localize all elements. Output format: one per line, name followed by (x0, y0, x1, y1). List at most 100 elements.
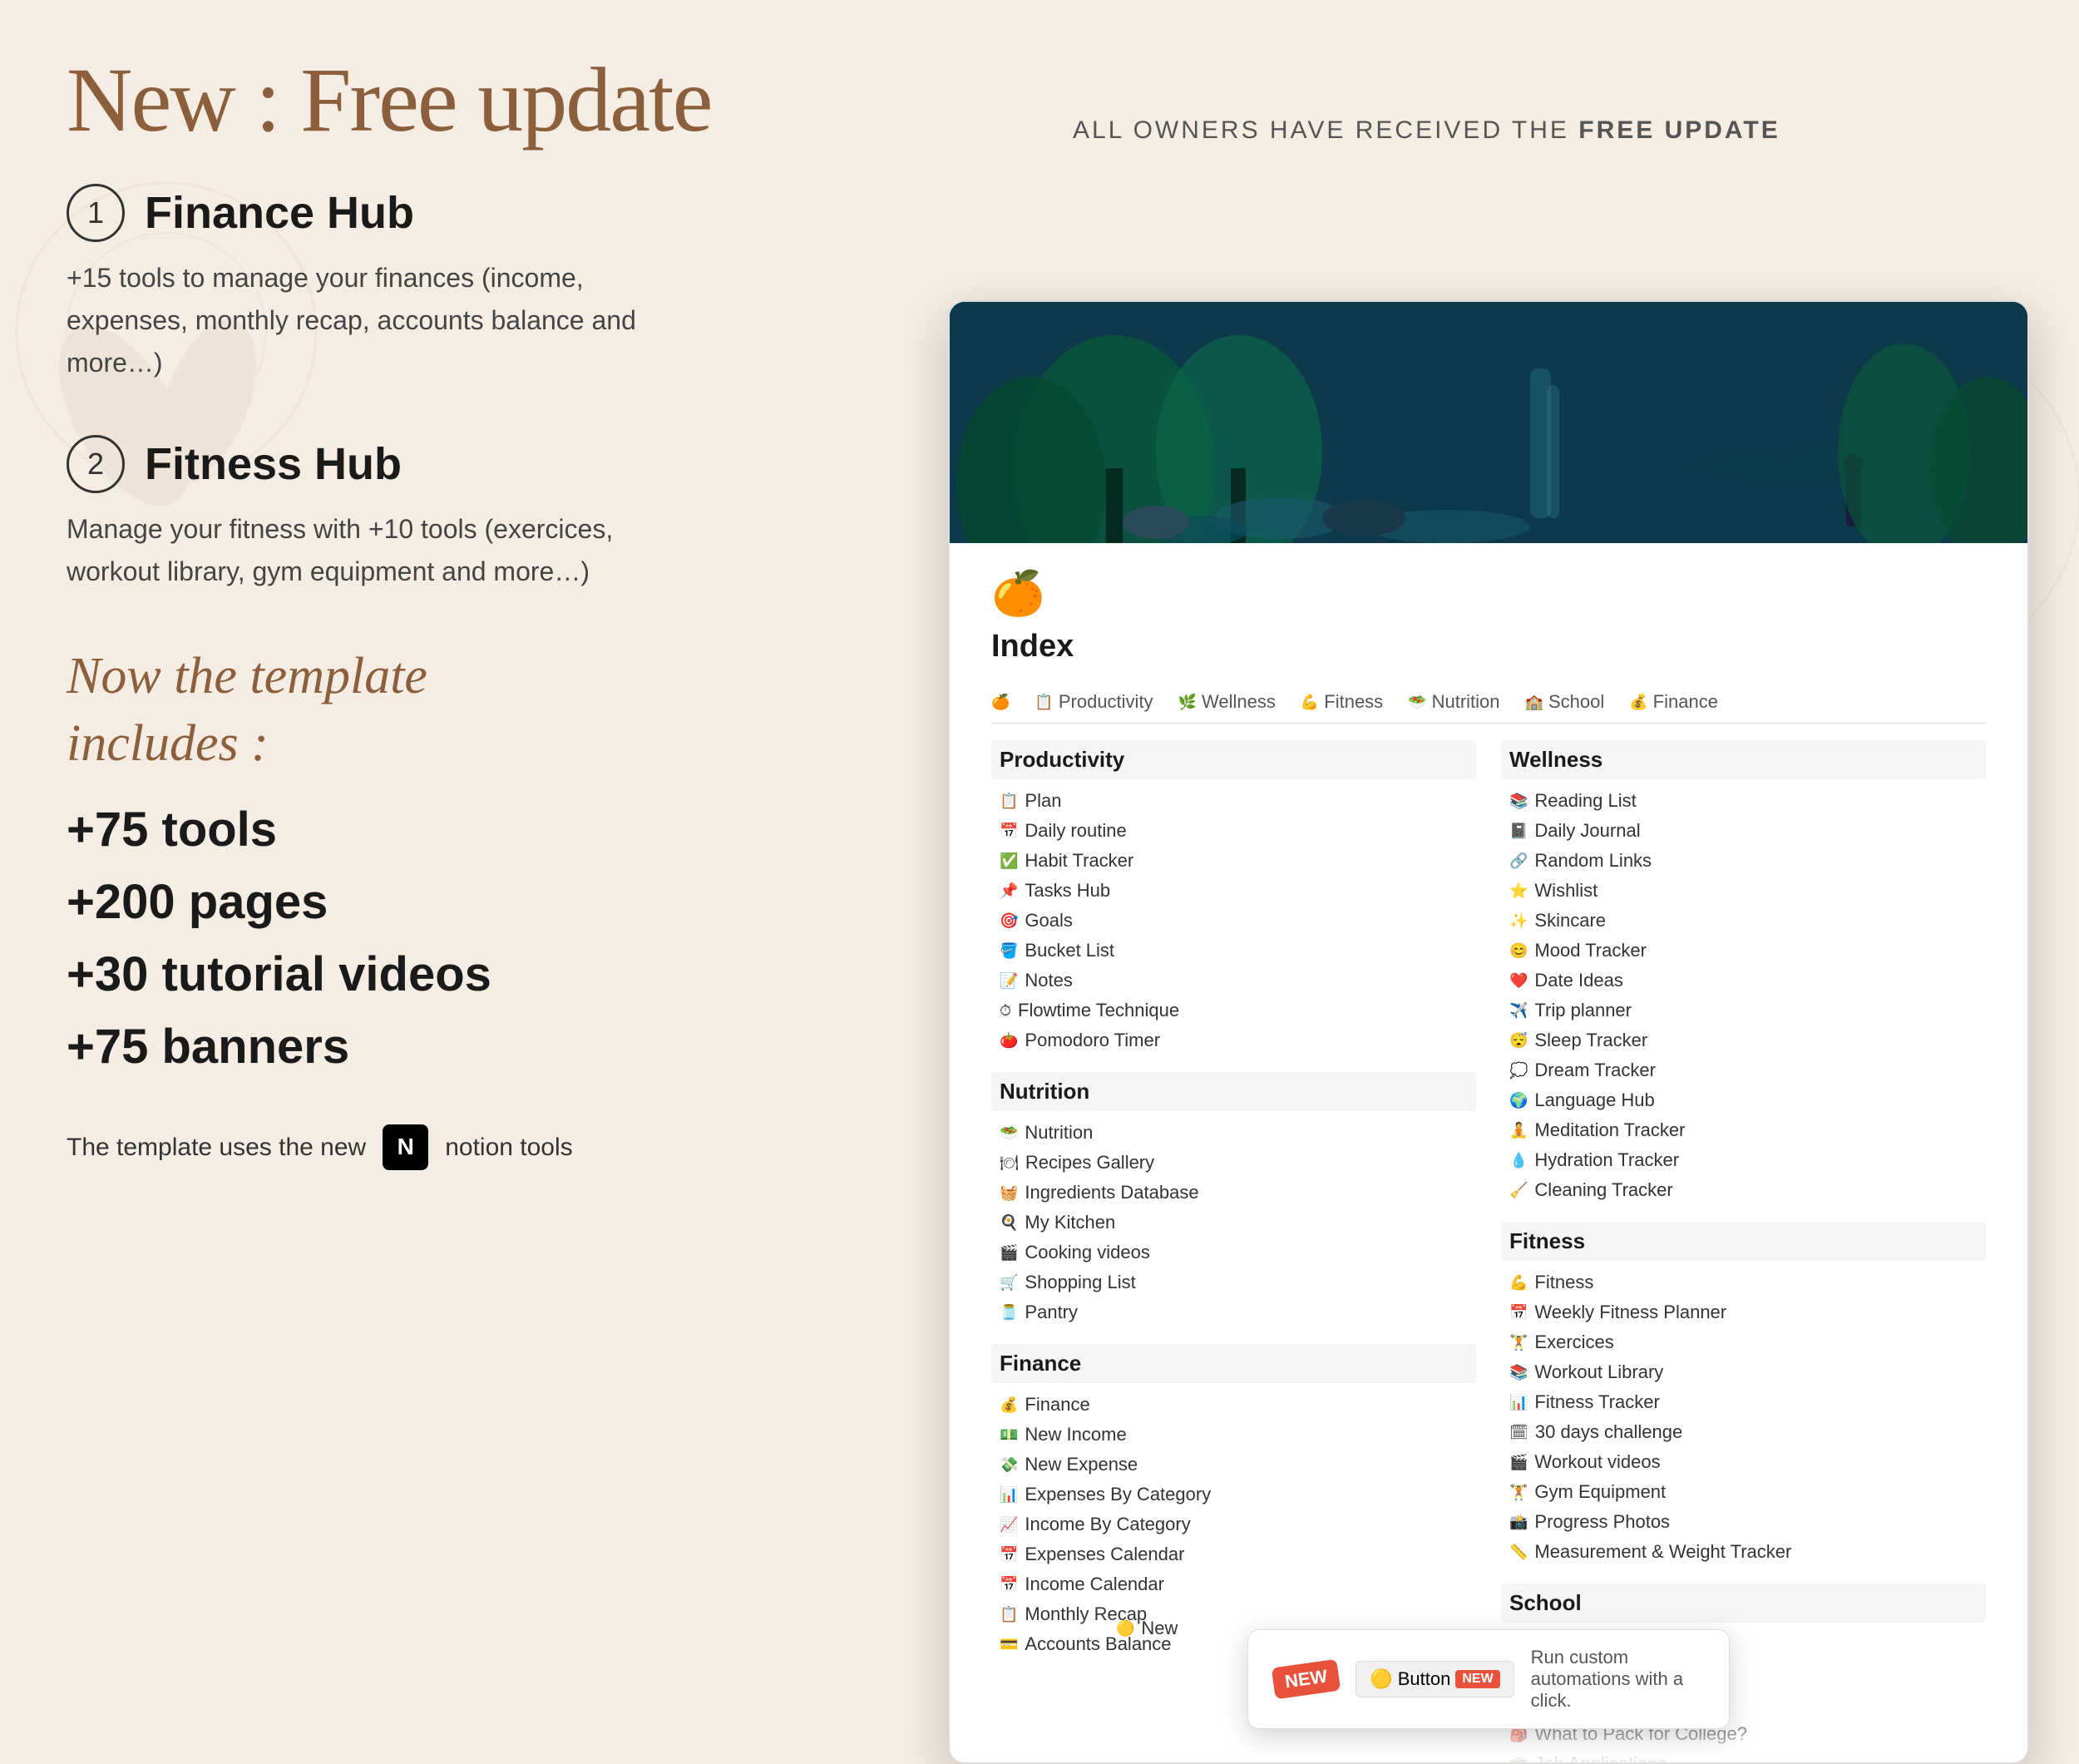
list-item[interactable]: 📏Measurement & Weight Tracker (1501, 1537, 1986, 1567)
button-new-badge: NEW (1455, 1670, 1499, 1688)
section-fitness: Fitness 💪Fitness 📅Weekly Fitness Planner… (1501, 1222, 1986, 1567)
feature-1-number: 1 (67, 184, 125, 242)
list-item[interactable]: 🍅Pomodoro Timer (991, 1025, 1476, 1055)
list-item[interactable]: 📸Progress Photos (1501, 1507, 1986, 1537)
list-item[interactable]: 📅Expenses Calendar (991, 1539, 1476, 1569)
list-item[interactable]: ⏱Flowtime Technique (991, 996, 1476, 1025)
list-item[interactable]: 🔗Random Links (1501, 846, 1986, 876)
list-item[interactable]: 📝Notes (991, 966, 1476, 996)
nav-item-school[interactable]: 🏫 School (1525, 691, 1605, 713)
nav-item-nutrition[interactable]: 🥗 Nutrition (1408, 691, 1499, 713)
list-item[interactable]: ✨Skincare (1501, 906, 1986, 936)
section-finance-header: Finance (991, 1344, 1476, 1383)
list-item[interactable]: 📚Workout Library (1501, 1357, 1986, 1387)
list-item[interactable]: 🧹Cleaning Tracker (1501, 1175, 1986, 1205)
new-button-label: New (1141, 1618, 1178, 1639)
list-item[interactable]: 📊Expenses By Category (991, 1480, 1476, 1510)
stat-tools: +75 tools (67, 802, 657, 857)
list-item[interactable]: 📓Daily Journal (1501, 816, 1986, 846)
nav-item-productivity[interactable]: 📋 Productivity (1035, 691, 1153, 713)
list-item[interactable]: 🧺Ingredients Database (991, 1178, 1476, 1208)
notion-columns: Productivity 📋Plan 📅Daily routine ✅Habit… (991, 740, 1986, 1764)
right-column: Wellness 📚Reading List 📓Daily Journal 🔗R… (1501, 740, 1986, 1764)
notion-page-content: 🍊 Index 🍊 📋 Productivity 🌿 Wellness (950, 543, 2027, 1764)
list-item[interactable]: 🍽Recipes Gallery (991, 1148, 1476, 1178)
feature-2-desc: Manage your fitness with +10 tools (exer… (67, 508, 657, 593)
header-subtitle-area: ALL OWNERS HAVE RECEIVED THE FREE UPDATE (1073, 50, 2012, 145)
list-item[interactable]: 🫙Pantry (991, 1297, 1476, 1327)
list-item[interactable]: 🏋️Exercices (1501, 1327, 1986, 1357)
list-item[interactable]: 🎬Workout videos (1501, 1447, 1986, 1477)
list-item[interactable]: 📈Income By Category (991, 1510, 1476, 1539)
section-school-header: School (1501, 1584, 1986, 1623)
new-badge: NEW (1272, 1659, 1341, 1700)
header-title-section: New : Free update (67, 50, 1006, 151)
section-wellness-header: Wellness (1501, 740, 1986, 779)
list-item[interactable]: ✅Habit Tracker (991, 846, 1476, 876)
page-icon: 🍊 (991, 568, 1986, 619)
notion-page-title: Index (991, 629, 1986, 665)
nav-item-fitness[interactable]: 💪 Fitness (1301, 691, 1383, 713)
list-item[interactable]: ❤️Date Ideas (1501, 966, 1986, 996)
popup-description: Run custom automations with a click. (1531, 1647, 1704, 1712)
list-item[interactable]: 🪣Bucket List (991, 936, 1476, 966)
list-item[interactable]: 🎬Cooking videos (991, 1238, 1476, 1267)
list-item[interactable]: 📋Monthly Recap (991, 1599, 1476, 1629)
list-item[interactable]: 💭Dream Tracker (1501, 1055, 1986, 1085)
list-item[interactable]: 📅Daily routine (991, 816, 1476, 846)
header-subtitle: ALL OWNERS HAVE RECEIVED THE FREE UPDATE (1073, 91, 2012, 145)
button-demo-button[interactable]: 🟡 Button NEW (1356, 1661, 1514, 1697)
list-item[interactable]: 📅Weekly Fitness Planner (1501, 1297, 1986, 1327)
list-item[interactable]: 🥗Nutrition (991, 1118, 1476, 1148)
header: New : Free update ALL OWNERS HAVE RECEIV… (0, 0, 2079, 184)
feature-2-number: 2 (67, 435, 125, 493)
nav-item-home[interactable]: 🍊 (991, 694, 1010, 711)
list-item[interactable]: 💵New Income (991, 1420, 1476, 1450)
list-item[interactable]: ⭐Wishlist (1501, 876, 1986, 906)
button-demo: 🟡 Button NEW (1356, 1661, 1514, 1697)
stat-banners: +75 banners (67, 1019, 657, 1075)
feature-1: 1 Finance Hub +15 tools to manage your f… (67, 184, 657, 385)
nav-item-finance[interactable]: 💰 Finance (1629, 691, 1718, 713)
section-productivity-header: Productivity (991, 740, 1476, 779)
list-item[interactable]: 🏋️Gym Equipment (1501, 1477, 1986, 1507)
main-title: New : Free update (67, 50, 1006, 151)
list-item[interactable]: 💼Job Applications (1501, 1749, 1986, 1764)
list-item[interactable]: 💪Fitness (1501, 1267, 1986, 1297)
left-column: Productivity 📋Plan 📅Daily routine ✅Habit… (991, 740, 1476, 1764)
stat-pages: +200 pages (67, 874, 657, 930)
list-item[interactable]: 🎯Goals (991, 906, 1476, 936)
list-item[interactable]: 💰Finance (991, 1390, 1476, 1420)
list-item[interactable]: 💧Hydration Tracker (1501, 1145, 1986, 1175)
list-item[interactable]: 🌍Language Hub (1501, 1085, 1986, 1115)
list-item[interactable]: 🍳My Kitchen (991, 1208, 1476, 1238)
feature-2: 2 Fitness Hub Manage your fitness with +… (67, 435, 657, 593)
list-item[interactable]: 📌Tasks Hub (991, 876, 1476, 906)
list-item[interactable]: 🛒Shopping List (991, 1267, 1476, 1297)
list-item[interactable]: 📊Fitness Tracker (1501, 1387, 1986, 1417)
list-item[interactable]: 📋Plan (991, 786, 1476, 816)
main-layout: 1 Finance Hub +15 tools to manage your f… (0, 184, 2079, 1598)
list-item[interactable]: 😊Mood Tracker (1501, 936, 1986, 966)
includes-section: Now the templateincludes : +75 tools +20… (67, 643, 657, 1075)
left-panel: 1 Finance Hub +15 tools to manage your f… (0, 184, 723, 1598)
notion-nav: 🍊 📋 Productivity 🌿 Wellness 💪 Fitness (991, 681, 1986, 724)
nav-item-wellness[interactable]: 🌿 Wellness (1178, 691, 1276, 713)
list-item[interactable]: 📚Reading List (1501, 786, 1986, 816)
feature-1-title: Finance Hub (145, 187, 414, 239)
section-nutrition-header: Nutrition (991, 1072, 1476, 1111)
list-item[interactable]: 💸New Expense (991, 1450, 1476, 1480)
notion-mockup[interactable]: 🍊 Index 🍊 📋 Productivity 🌿 Wellness (948, 300, 2029, 1764)
stat-videos: +30 tutorial videos (67, 946, 657, 1002)
section-fitness-header: Fitness (1501, 1222, 1986, 1261)
new-button-row: 🟡 New (1116, 1618, 1178, 1639)
list-item[interactable]: 📅Income Calendar (991, 1569, 1476, 1599)
section-wellness: Wellness 📚Reading List 📓Daily Journal 🔗R… (1501, 740, 1986, 1205)
list-item[interactable]: 😴Sleep Tracker (1501, 1025, 1986, 1055)
notion-icon: N (383, 1124, 428, 1170)
list-item[interactable]: 🧘Meditation Tracker (1501, 1115, 1986, 1145)
list-item[interactable]: ✈️Trip planner (1501, 996, 1986, 1025)
feature-2-title: Fitness Hub (145, 438, 402, 490)
list-item[interactable]: 🗓30 days challenge (1501, 1417, 1986, 1447)
section-productivity: Productivity 📋Plan 📅Daily routine ✅Habit… (991, 740, 1476, 1055)
